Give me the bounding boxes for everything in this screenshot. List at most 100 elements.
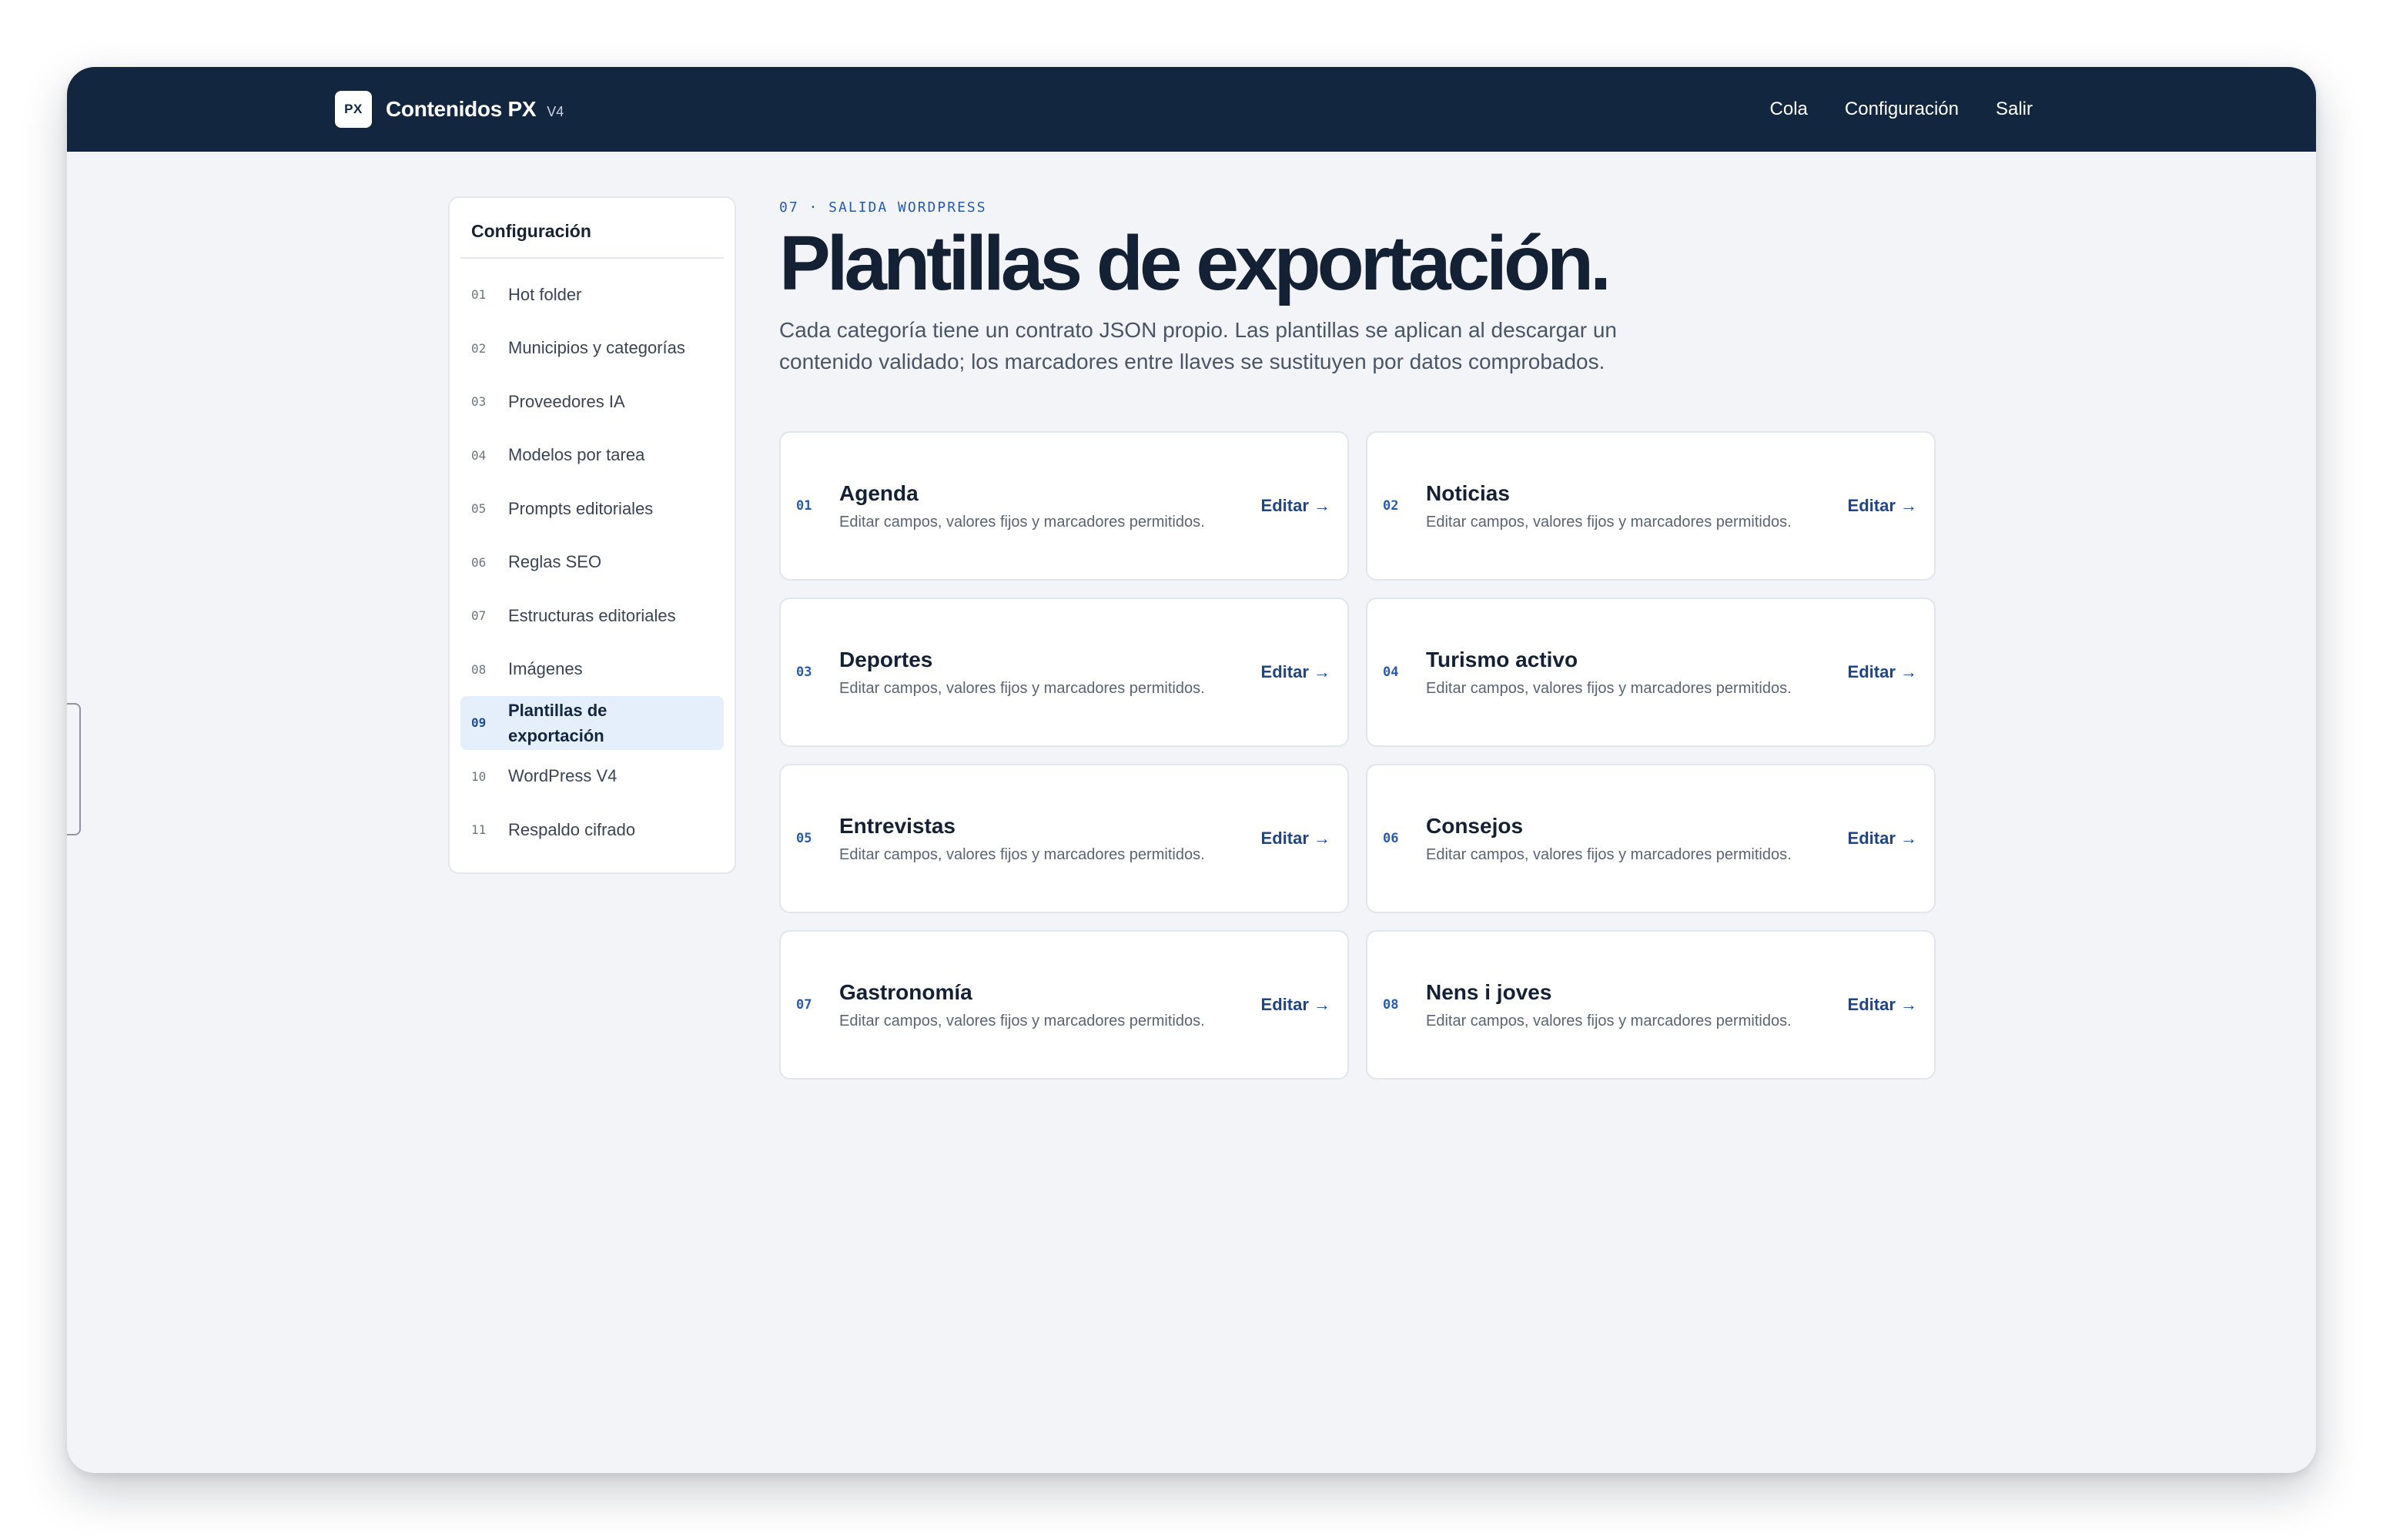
sidebar-title: Configuración [460, 221, 724, 259]
sidebar-item-label: Proveedores IA [508, 391, 625, 411]
card-number: 03 [796, 665, 812, 680]
sidebar-item-label: Hot folder [508, 284, 582, 304]
card-number: 07 [796, 997, 812, 1013]
card-body: Deportes Editar campos, valores fijos y … [839, 648, 1261, 698]
sidebar-item-prompts[interactable]: 05 Prompts editoriales [460, 482, 724, 536]
card-body: Gastronomía Editar campos, valores fijos… [839, 980, 1261, 1030]
card-subtitle: Editar campos, valores fijos y marcadore… [839, 513, 1205, 531]
edit-link[interactable]: Editar → [1848, 496, 1917, 516]
sidebar-list: 01 Hot folder 02 Municipios y categorías… [460, 268, 724, 857]
sidebar-item-label: Respaldo cifrado [508, 819, 636, 839]
card-body: Agenda Editar campos, valores fijos y ma… [839, 481, 1261, 531]
app-name: Contenidos PX [386, 97, 537, 121]
top-nav: Cola Configuración Salir [1770, 67, 2033, 152]
template-card-nens-i-joves[interactable]: 08 Nens i joves Editar campos, valores f… [1366, 930, 1936, 1080]
edit-link[interactable]: Editar → [1261, 829, 1330, 849]
sidebar-item-wordpress[interactable]: 10 WordPress V4 [460, 750, 724, 804]
sidebar-item-reglas-seo[interactable]: 06 Reglas SEO [460, 536, 724, 590]
brand[interactable]: PX Contenidos PX V4 [335, 89, 564, 129]
card-subtitle: Editar campos, valores fijos y marcadore… [1426, 1012, 1792, 1029]
sidebar-item-municipios[interactable]: 02 Municipios y categorías [460, 322, 724, 376]
card-body: Consejos Editar campos, valores fijos y … [1426, 814, 1848, 864]
side-drawer-handle[interactable] [67, 703, 81, 835]
card-subtitle: Editar campos, valores fijos y marcadore… [1426, 513, 1792, 531]
edit-link[interactable]: Editar → [1848, 829, 1917, 849]
card-number: 08 [1383, 997, 1399, 1013]
sidebar-item-number: 01 [471, 287, 487, 303]
page-title: Plantillas de exportación. [779, 220, 1612, 306]
card-number: 06 [1383, 831, 1399, 846]
edit-link[interactable]: Editar → [1261, 496, 1330, 516]
card-body: Noticias Editar campos, valores fijos y … [1426, 481, 1848, 531]
app-window: PX Contenidos PX V4 Cola Configuración S… [67, 67, 2316, 1473]
sidebar-item-estructuras[interactable]: 07 Estructuras editoriales [460, 589, 724, 643]
brand-logo-icon: PX [335, 91, 372, 128]
sidebar-item-label: Estructuras editoriales [508, 605, 676, 625]
sidebar-item-label: Plantillas de exportación [508, 700, 607, 745]
template-card-agenda[interactable]: 01 Agenda Editar campos, valores fijos y… [779, 431, 1349, 581]
edit-link[interactable]: Editar → [1261, 995, 1330, 1015]
sidebar-item-label: Reglas SEO [508, 552, 602, 572]
card-subtitle: Editar campos, valores fijos y marcadore… [839, 845, 1205, 863]
card-number: 04 [1383, 665, 1399, 680]
sidebar-item-number: 11 [471, 822, 487, 838]
card-title: Consejos [1426, 813, 1524, 838]
nav-cola-link[interactable]: Cola [1770, 99, 1808, 120]
template-card-gastronomia[interactable]: 07 Gastronomía Editar campos, valores fi… [779, 930, 1349, 1080]
card-body: Nens i joves Editar campos, valores fijo… [1426, 980, 1848, 1030]
top-bar: PX Contenidos PX V4 Cola Configuración S… [67, 67, 2316, 152]
sidebar-item-label: Municipios y categorías [508, 338, 685, 358]
app-version: V4 [547, 103, 564, 119]
template-card-noticias[interactable]: 02 Noticias Editar campos, valores fijos… [1366, 431, 1936, 581]
sidebar-item-number: 02 [471, 340, 487, 356]
sidebar-item-modelos[interactable]: 04 Modelos por tarea [460, 429, 724, 483]
page-description: Cada categoría tiene un contrato JSON pr… [779, 318, 1617, 373]
template-card-turismo-activo[interactable]: 04 Turismo activo Editar campos, valores… [1366, 598, 1936, 747]
edit-link[interactable]: Editar → [1848, 662, 1917, 682]
sidebar-item-number: 07 [471, 608, 487, 624]
settings-sidebar: Configuración 01 Hot folder 02 Municipio… [448, 196, 736, 874]
card-subtitle: Editar campos, valores fijos y marcadore… [839, 679, 1205, 697]
card-body: Turismo activo Editar campos, valores fi… [1426, 648, 1848, 698]
sidebar-item-number: 08 [471, 661, 487, 677]
template-card-entrevistas[interactable]: 05 Entrevistas Editar campos, valores fi… [779, 764, 1349, 913]
sidebar-item-number: 03 [471, 394, 487, 410]
sidebar-item-number: 05 [471, 501, 487, 517]
edit-link[interactable]: Editar → [1261, 662, 1330, 682]
nav-configuracion-link[interactable]: Configuración [1845, 99, 1959, 120]
sidebar-item-proveedores-ia[interactable]: 03 Proveedores IA [460, 375, 724, 429]
sidebar-item-plantillas[interactable]: 09 Plantillas de exportación [460, 696, 724, 750]
card-body: Entrevistas Editar campos, valores fijos… [839, 814, 1261, 864]
card-title: Turismo activo [1426, 647, 1578, 671]
section-eyebrow: 07 · SALIDA WORDPRESS [779, 199, 987, 216]
sidebar-item-label: Prompts editoriales [508, 498, 654, 518]
card-number: 02 [1383, 498, 1399, 514]
card-title: Nens i joves [1426, 979, 1552, 1004]
card-title: Noticias [1426, 480, 1510, 505]
card-number: 01 [796, 498, 812, 514]
sidebar-item-number: 04 [471, 447, 487, 463]
card-title: Gastronomía [839, 979, 972, 1004]
template-grid: 01 Agenda Editar campos, valores fijos y… [779, 431, 1936, 1080]
nav-salir-link[interactable]: Salir [1996, 99, 2033, 120]
template-card-consejos[interactable]: 06 Consejos Editar campos, valores fijos… [1366, 764, 1936, 913]
template-card-deportes[interactable]: 03 Deportes Editar campos, valores fijos… [779, 598, 1349, 747]
card-subtitle: Editar campos, valores fijos y marcadore… [1426, 845, 1792, 863]
card-title: Agenda [839, 480, 919, 505]
page-header: 07 · SALIDA WORDPRESS Plantillas de expo… [779, 196, 2011, 377]
sidebar-item-respaldo[interactable]: 11 Respaldo cifrado [460, 803, 724, 857]
sidebar-item-label: Modelos por tarea [508, 445, 645, 465]
sidebar-item-label: WordPress V4 [508, 766, 618, 786]
card-subtitle: Editar campos, valores fijos y marcadore… [1426, 679, 1792, 697]
card-number: 05 [796, 831, 812, 846]
sidebar-item-number: 06 [471, 554, 487, 570]
edit-link[interactable]: Editar → [1848, 995, 1917, 1015]
card-title: Deportes [839, 647, 933, 671]
sidebar-item-number: 10 [471, 768, 487, 784]
sidebar-item-label: Imágenes [508, 659, 583, 679]
card-title: Entrevistas [839, 813, 956, 838]
card-subtitle: Editar campos, valores fijos y marcadore… [839, 1012, 1205, 1029]
sidebar-item-number: 09 [471, 715, 487, 731]
sidebar-item-imagenes[interactable]: 08 Imágenes [460, 643, 724, 697]
sidebar-item-hot-folder[interactable]: 01 Hot folder [460, 268, 724, 322]
